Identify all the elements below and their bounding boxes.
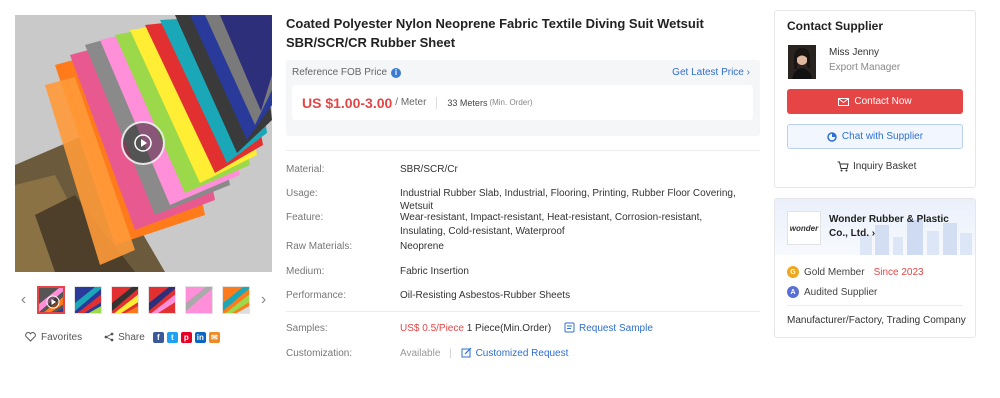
facebook-icon[interactable]: f (152, 331, 164, 343)
share-row: Favorites Share f t p in ✉ (25, 330, 220, 344)
chat-with-supplier-button[interactable]: Chat with Supplier (787, 124, 963, 149)
price-value: US $1.00-3.00 (302, 94, 393, 111)
moq-label: (Min. Order) (489, 98, 533, 107)
pinterest-icon[interactable]: p (180, 331, 192, 343)
edit-icon (461, 347, 472, 358)
share-label: Share (118, 331, 145, 343)
attr-value: Wear-resistant, Impact-resistant, Heat-r… (400, 212, 703, 237)
attr-key: Feature: (286, 212, 324, 223)
attr-key: Raw Materials: (286, 241, 353, 252)
sample-qty: 1 Piece(Min.Order) (466, 323, 552, 334)
contact-supplier-card: Contact Supplier Miss Jenny Export Manag… (774, 10, 976, 188)
divider (787, 305, 963, 306)
price-header: Reference FOB Price i (292, 67, 402, 78)
price-label: Reference FOB Price (292, 67, 388, 78)
moq-value: 33 Meters (447, 97, 488, 108)
customized-request-link[interactable]: Customized Request (461, 347, 569, 359)
email-icon[interactable]: ✉ (208, 331, 220, 343)
gold-member-icon: G (787, 266, 799, 278)
contact-name: Miss Jenny (829, 47, 880, 58)
inquiry-basket-label: Inquiry Basket (853, 161, 917, 172)
gold-member-row: G Gold Member Since 2023 (787, 266, 924, 278)
price-panel: US $1.00-3.00 / Meter 33 Meters (Min. Or… (292, 85, 753, 120)
business-type: Manufacturer/Factory, Trading Company (787, 315, 966, 326)
chevron-right-icon: › (871, 228, 876, 239)
product-main-image[interactable] (15, 15, 272, 272)
contact-now-label: Contact Now (854, 96, 912, 107)
company-card: wonder Wonder Rubber & Plastic Co., Ltd.… (774, 198, 976, 338)
request-sample-icon (564, 322, 575, 333)
gold-member-label: Gold Member (804, 266, 865, 278)
inquiry-basket-link[interactable]: Inquiry Basket (837, 161, 916, 172)
avatar (788, 45, 816, 79)
request-sample-label: Request Sample (578, 323, 653, 334)
chevron-right-icon[interactable]: › (255, 285, 272, 315)
company-name: Wonder Rubber & Plastic Co., Ltd. (829, 214, 949, 239)
contact-supplier-heading: Contact Supplier (787, 19, 884, 33)
chevron-left-icon[interactable]: ‹ (15, 285, 32, 315)
company-name-link[interactable]: Wonder Rubber & Plastic Co., Ltd. › (829, 213, 969, 241)
attr-value: Fabric Insertion (400, 266, 469, 277)
thumbnail-image[interactable] (111, 286, 139, 314)
attr-value: Neoprene (400, 241, 444, 252)
audited-supplier-row: A Audited Supplier (787, 286, 877, 298)
customization-status: Available (400, 348, 441, 359)
samples-key: Samples: (286, 323, 328, 334)
product-title: Coated Polyester Nylon Neoprene Fabric T… (286, 16, 704, 50)
member-since: Since 2023 (873, 266, 924, 278)
get-latest-price-label: Get Latest Price (672, 67, 744, 78)
attr-key: Performance: (286, 290, 347, 301)
mail-icon (838, 97, 850, 106)
price-unit: / Meter (395, 97, 427, 108)
customization-value: Available | Customized Request (400, 347, 750, 360)
favorites-button[interactable]: Favorites (25, 332, 82, 343)
linkedin-icon[interactable]: in (194, 331, 206, 343)
attr-value: Oil-Resisting Asbestos-Rubber Sheets (400, 290, 571, 301)
chevron-right-icon: › (746, 67, 750, 78)
contact-role: Export Manager (829, 62, 901, 73)
share-icon (104, 332, 114, 342)
get-latest-price-link[interactable]: Get Latest Price › (672, 67, 750, 78)
customized-request-label: Customized Request (475, 348, 569, 359)
social-links: f t p in ✉ (152, 331, 220, 343)
audited-supplier-label: Audited Supplier (804, 286, 878, 298)
divider: | (449, 348, 452, 359)
attr-key: Medium: (286, 266, 325, 277)
samples-value: US$ 0.5/Piece 1 Piece(Min.Order) Request… (400, 322, 750, 335)
company-logo[interactable]: wonder (787, 211, 821, 245)
thumbnail-image[interactable] (37, 286, 65, 314)
price-box: Reference FOB Price i Get Latest Price ›… (286, 60, 760, 136)
divider (286, 311, 760, 312)
thumbnail-list (37, 286, 259, 314)
share-button[interactable]: Share (104, 332, 145, 343)
logo-text: wonder (789, 223, 819, 233)
divider (436, 96, 438, 109)
attribute-list: Material: SBR/SCR/Cr Usage: Industrial R… (286, 150, 760, 301)
sample-price: US$ 0.5/Piece (400, 323, 464, 334)
request-sample-link[interactable]: Request Sample (564, 322, 653, 334)
twitter-icon[interactable]: t (166, 331, 178, 343)
thumbnail-strip: ‹ › (15, 285, 272, 315)
customization-key: Customization: (286, 348, 353, 359)
attr-key: Usage: (286, 188, 318, 199)
thumbnail-image[interactable] (74, 286, 102, 314)
contact-now-button[interactable]: Contact Now (787, 89, 963, 114)
attr-value: SBR/SCR/Cr (400, 164, 458, 175)
favorites-label: Favorites (41, 331, 83, 343)
info-icon[interactable]: i (391, 67, 402, 78)
chat-label: Chat with Supplier (841, 131, 924, 142)
heart-icon (25, 332, 36, 342)
thumbnail-image[interactable] (148, 286, 176, 314)
cart-icon (837, 161, 849, 172)
thumbnail-image[interactable] (222, 286, 250, 314)
chat-icon (827, 131, 837, 142)
thumbnail-image[interactable] (185, 286, 213, 314)
audited-supplier-icon: A (787, 286, 799, 298)
play-video-button[interactable] (121, 121, 165, 165)
attr-key: Material: (286, 164, 325, 175)
attr-value: Industrial Rubber Slab, Industrial, Floo… (400, 188, 736, 212)
